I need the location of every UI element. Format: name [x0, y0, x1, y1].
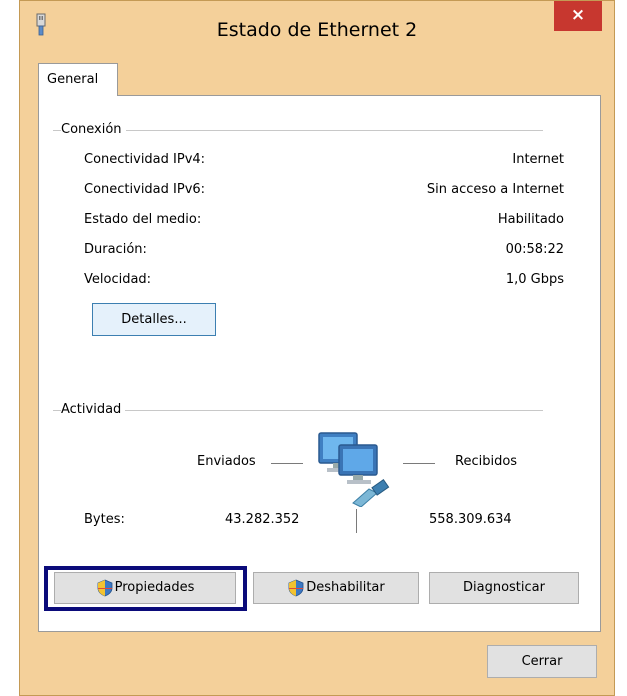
media-state-value: Habilitado — [497, 212, 564, 227]
disable-button-label: Deshabilitar — [306, 580, 385, 595]
disable-button[interactable]: Deshabilitar — [253, 572, 419, 604]
general-panel: Conexión Conectividad IPv4: Internet Con… — [38, 95, 601, 632]
title-bar[interactable]: Estado de Ethernet 2 × — [20, 1, 614, 53]
activity-group-label: Actividad — [61, 402, 126, 417]
network-computers-icon — [318, 432, 390, 507]
details-button[interactable]: Detalles... — [92, 303, 216, 336]
bytes-separator — [356, 509, 357, 533]
speed-value: 1,0 Gbps — [505, 272, 564, 287]
duration-label: Duración: — [84, 242, 147, 257]
window-title: Estado de Ethernet 2 — [216, 19, 418, 41]
media-state-label: Estado del medio: — [84, 212, 202, 227]
tab-general-label: General — [47, 72, 99, 87]
speed-label: Velocidad: — [84, 272, 152, 287]
sent-dash — [271, 463, 303, 464]
received-dash — [403, 463, 435, 464]
close-button[interactable]: Cerrar — [487, 645, 597, 678]
bytes-received-value: 558.309.634 — [429, 512, 512, 527]
close-window-button[interactable]: × — [554, 1, 602, 31]
connection-group-label: Conexión — [61, 122, 126, 137]
ipv6-label: Conectividad IPv6: — [84, 182, 206, 197]
received-label: Recibidos — [455, 454, 518, 469]
activity-group-line — [53, 410, 543, 411]
ipv4-value: Internet — [512, 152, 564, 167]
ipv4-label: Conectividad IPv4: — [84, 152, 206, 167]
connection-group-line — [53, 130, 543, 131]
sent-label: Enviados — [197, 454, 256, 469]
bytes-sent-value: 43.282.352 — [225, 512, 300, 527]
properties-button[interactable]: Propiedades — [54, 572, 236, 604]
uac-shield-icon — [288, 579, 304, 596]
tab-general[interactable]: General — [38, 63, 118, 96]
bytes-label: Bytes: — [84, 512, 125, 527]
duration-value: 00:58:22 — [505, 242, 564, 257]
properties-button-label: Propiedades — [114, 580, 195, 595]
ipv6-value: Sin acceso a Internet — [426, 182, 564, 197]
diagnose-button[interactable]: Diagnosticar — [429, 572, 579, 604]
uac-shield-icon — [97, 579, 113, 596]
